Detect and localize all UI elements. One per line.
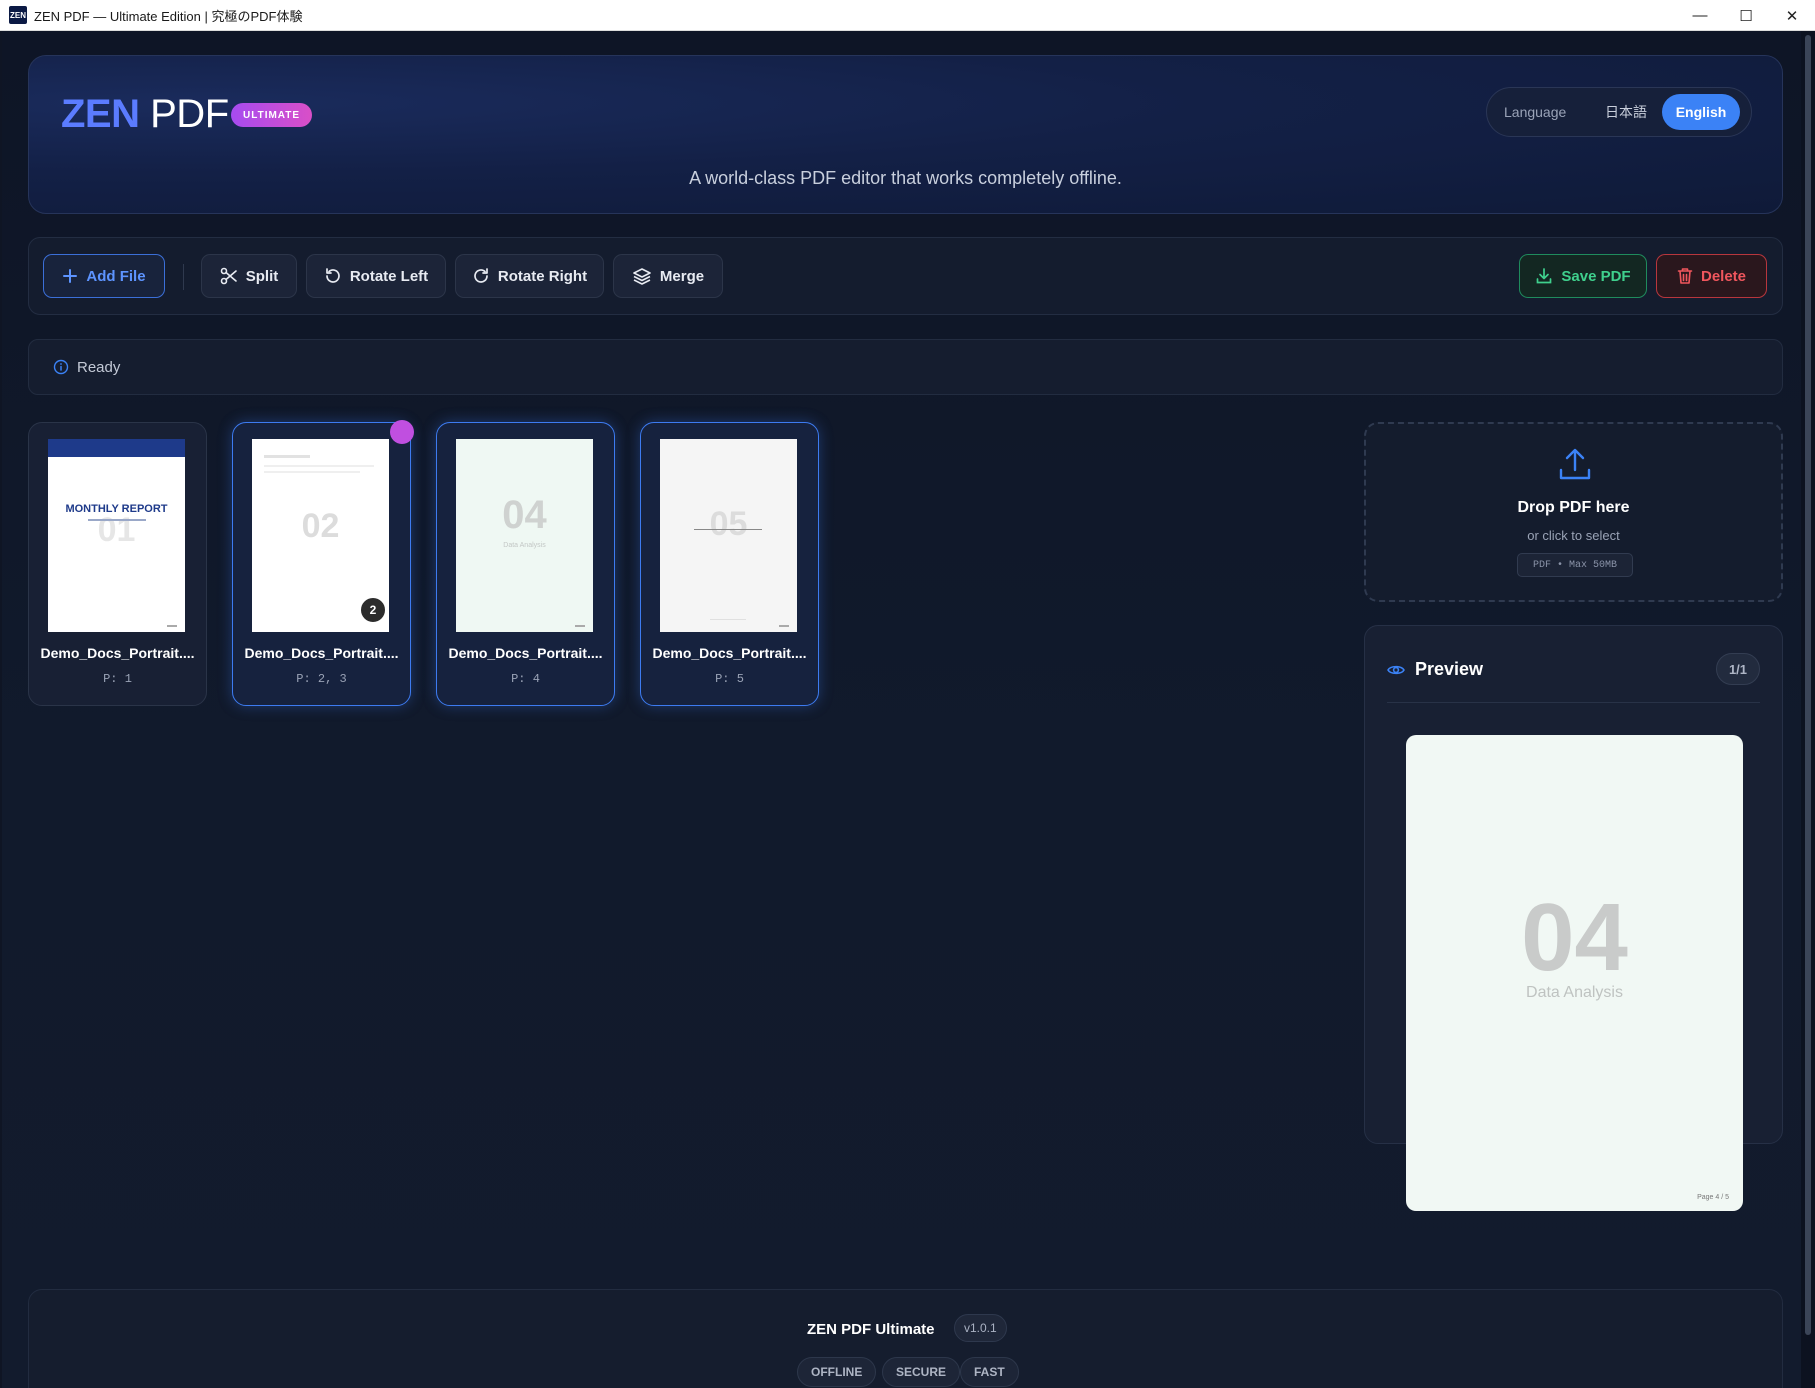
footer-tag-secure: SECURE [882,1357,961,1387]
thumbnail-footer-line [575,625,585,627]
page-card-pages: P: 5 [715,672,744,686]
preview-title: Preview [1415,659,1484,679]
page-count-badge: 2 [359,596,387,624]
app-footer: ZEN PDF Ultimate v1.0.1 OFFLINE SECURE F… [28,1289,1783,1388]
page-card[interactable]: 01 MONTHLY REPORT Demo_Docs_Portrait....… [28,422,207,706]
merge-button[interactable]: Merge [613,254,723,298]
edition-badge: ULTIMATE [231,103,313,127]
download-icon [1537,268,1552,284]
window-controls: — ☐ ✕ [1677,0,1815,31]
rotate-left-label: Rotate Left [349,267,429,285]
upload-icon [1559,448,1591,480]
thumbnail-text-line [710,619,746,620]
language-switch: Language 日本語 English [1486,87,1752,137]
page-card[interactable]: 05 Demo_Docs_Portrait.... P: 5 [640,422,819,706]
scrollbar-thumb[interactable] [1805,35,1811,1335]
page-card-name: Demo_Docs_Portrait.... [244,645,399,661]
maximize-button[interactable]: ☐ [1723,0,1769,31]
page-card-name: Demo_Docs_Portrait.... [40,645,195,661]
page-card-pages: P: 2, 3 [296,672,347,686]
page-card-pages: P: 4 [511,672,540,686]
thumbnail-footer-line [167,625,177,627]
window-title: ZEN PDF — Ultimate Edition | 究極のPDF体験 [34,8,303,24]
pdf-dropzone[interactable]: Drop PDF here or click to select PDF • M… [1364,422,1783,602]
window-titlebar: ZEN ZEN PDF — Ultimate Edition | 究極のPDF体… [0,0,1815,31]
page-card-pages: P: 1 [103,672,132,686]
thumbnail-footer-line [779,625,789,627]
preview-page-count: 1/1 [1716,653,1760,685]
toolbar: Add File Split Rotate Left Rotate Right … [28,237,1783,315]
add-file-label: Add File [86,267,146,285]
merge-label: Merge [659,267,705,285]
tagline: A world-class PDF editor that works comp… [689,168,1122,188]
footer-tag-fast: FAST [960,1357,1019,1387]
minimize-button[interactable]: — [1677,0,1723,31]
language-option-japanese[interactable]: 日本語 [1596,102,1656,122]
save-pdf-button[interactable]: Save PDF [1519,254,1647,298]
page-card-name: Demo_Docs_Portrait.... [448,645,603,661]
thumbnail-rule-line [694,529,762,530]
thumbnail-text-line [264,465,374,467]
app-header: ZEN PDF ULTIMATE A world-class PDF edito… [28,55,1783,214]
preview-page-footer: Page 4 / 5 [1697,1194,1729,1201]
save-pdf-label: Save PDF [1561,267,1631,285]
page-card-name: Demo_Docs_Portrait.... [652,645,807,661]
rotate-left-icon [325,268,340,283]
status-text: Ready [77,358,121,376]
thumbnail-text-line [264,471,360,473]
language-option-english[interactable]: English [1662,94,1740,130]
eye-icon [1387,665,1405,675]
thumbnail-page-number: 05 [709,505,748,543]
rotate-right-button[interactable]: Rotate Right [455,254,604,298]
delete-label: Delete [1700,267,1747,285]
footer-version: v1.0.1 [954,1314,1007,1342]
preview-page-caption: Data Analysis [1526,984,1623,1001]
thumbnail-caption: Data Analysis [503,542,546,549]
plus-icon [63,269,78,283]
preview-panel: Preview 1/1 04 Data Analysis Page 4 / 5 [1364,625,1783,1211]
thumbnail-subtitle-line [88,519,146,521]
preview-divider [1387,702,1760,703]
split-label: Split [245,267,279,285]
scissors-icon [220,267,237,285]
dropzone-limits: PDF • Max 50MB [1517,553,1633,577]
layers-icon [633,268,651,285]
thumbnail-banner [48,439,185,457]
page-card[interactable]: 04 Data Analysis Demo_Docs_Portrait.... … [436,422,615,706]
split-button[interactable]: Split [201,254,297,298]
thumbnail-page-number: 01 [97,511,136,549]
close-button[interactable]: ✕ [1769,0,1815,31]
rotate-right-label: Rotate Right [497,267,588,285]
dropzone-subtitle: or click to select [1527,528,1620,543]
thumbnail-page-number: 02 [301,507,340,545]
app-logo: ZEN PDF [61,92,229,137]
drag-handle-dot[interactable] [390,420,414,444]
rotate-left-button[interactable]: Rotate Left [306,254,446,298]
delete-button[interactable]: Delete [1656,254,1767,298]
thumbnail-page-number: 04 [502,493,547,537]
thumbnail-heading-line [264,455,310,458]
app-icon: ZEN [9,6,27,24]
page-thumbnail: 04 Data Analysis [456,439,593,632]
page-card[interactable]: 02 2 Demo_Docs_Portrait.... P: 2, 3 [232,420,414,706]
trash-icon [1677,268,1693,284]
footer-app-name: ZEN PDF Ultimate [807,1321,935,1338]
add-file-button[interactable]: Add File [43,254,165,298]
preview-page: 04 Data Analysis Page 4 / 5 [1406,735,1743,1211]
page-thumbnail: 01 MONTHLY REPORT [48,439,185,632]
preview-page-number: 04 [1521,884,1628,991]
status-bar: Ready [28,339,1783,395]
language-label: Language [1504,104,1567,120]
app-root: ZEN PDF ULTIMATE A world-class PDF edito… [2,31,1813,1388]
thumbnail-title: MONTHLY REPORT [65,503,168,515]
footer-tag-offline: OFFLINE [797,1357,877,1387]
logo-pdf: PDF [150,92,229,136]
rotate-right-icon [474,268,488,283]
page-thumbnail: 05 [660,439,797,632]
dropzone-title: Drop PDF here [1517,499,1630,516]
info-icon [53,359,69,375]
toolbar-separator [183,264,184,290]
logo-zen: ZEN [61,92,140,136]
vertical-scrollbar[interactable] [1801,31,1815,1388]
